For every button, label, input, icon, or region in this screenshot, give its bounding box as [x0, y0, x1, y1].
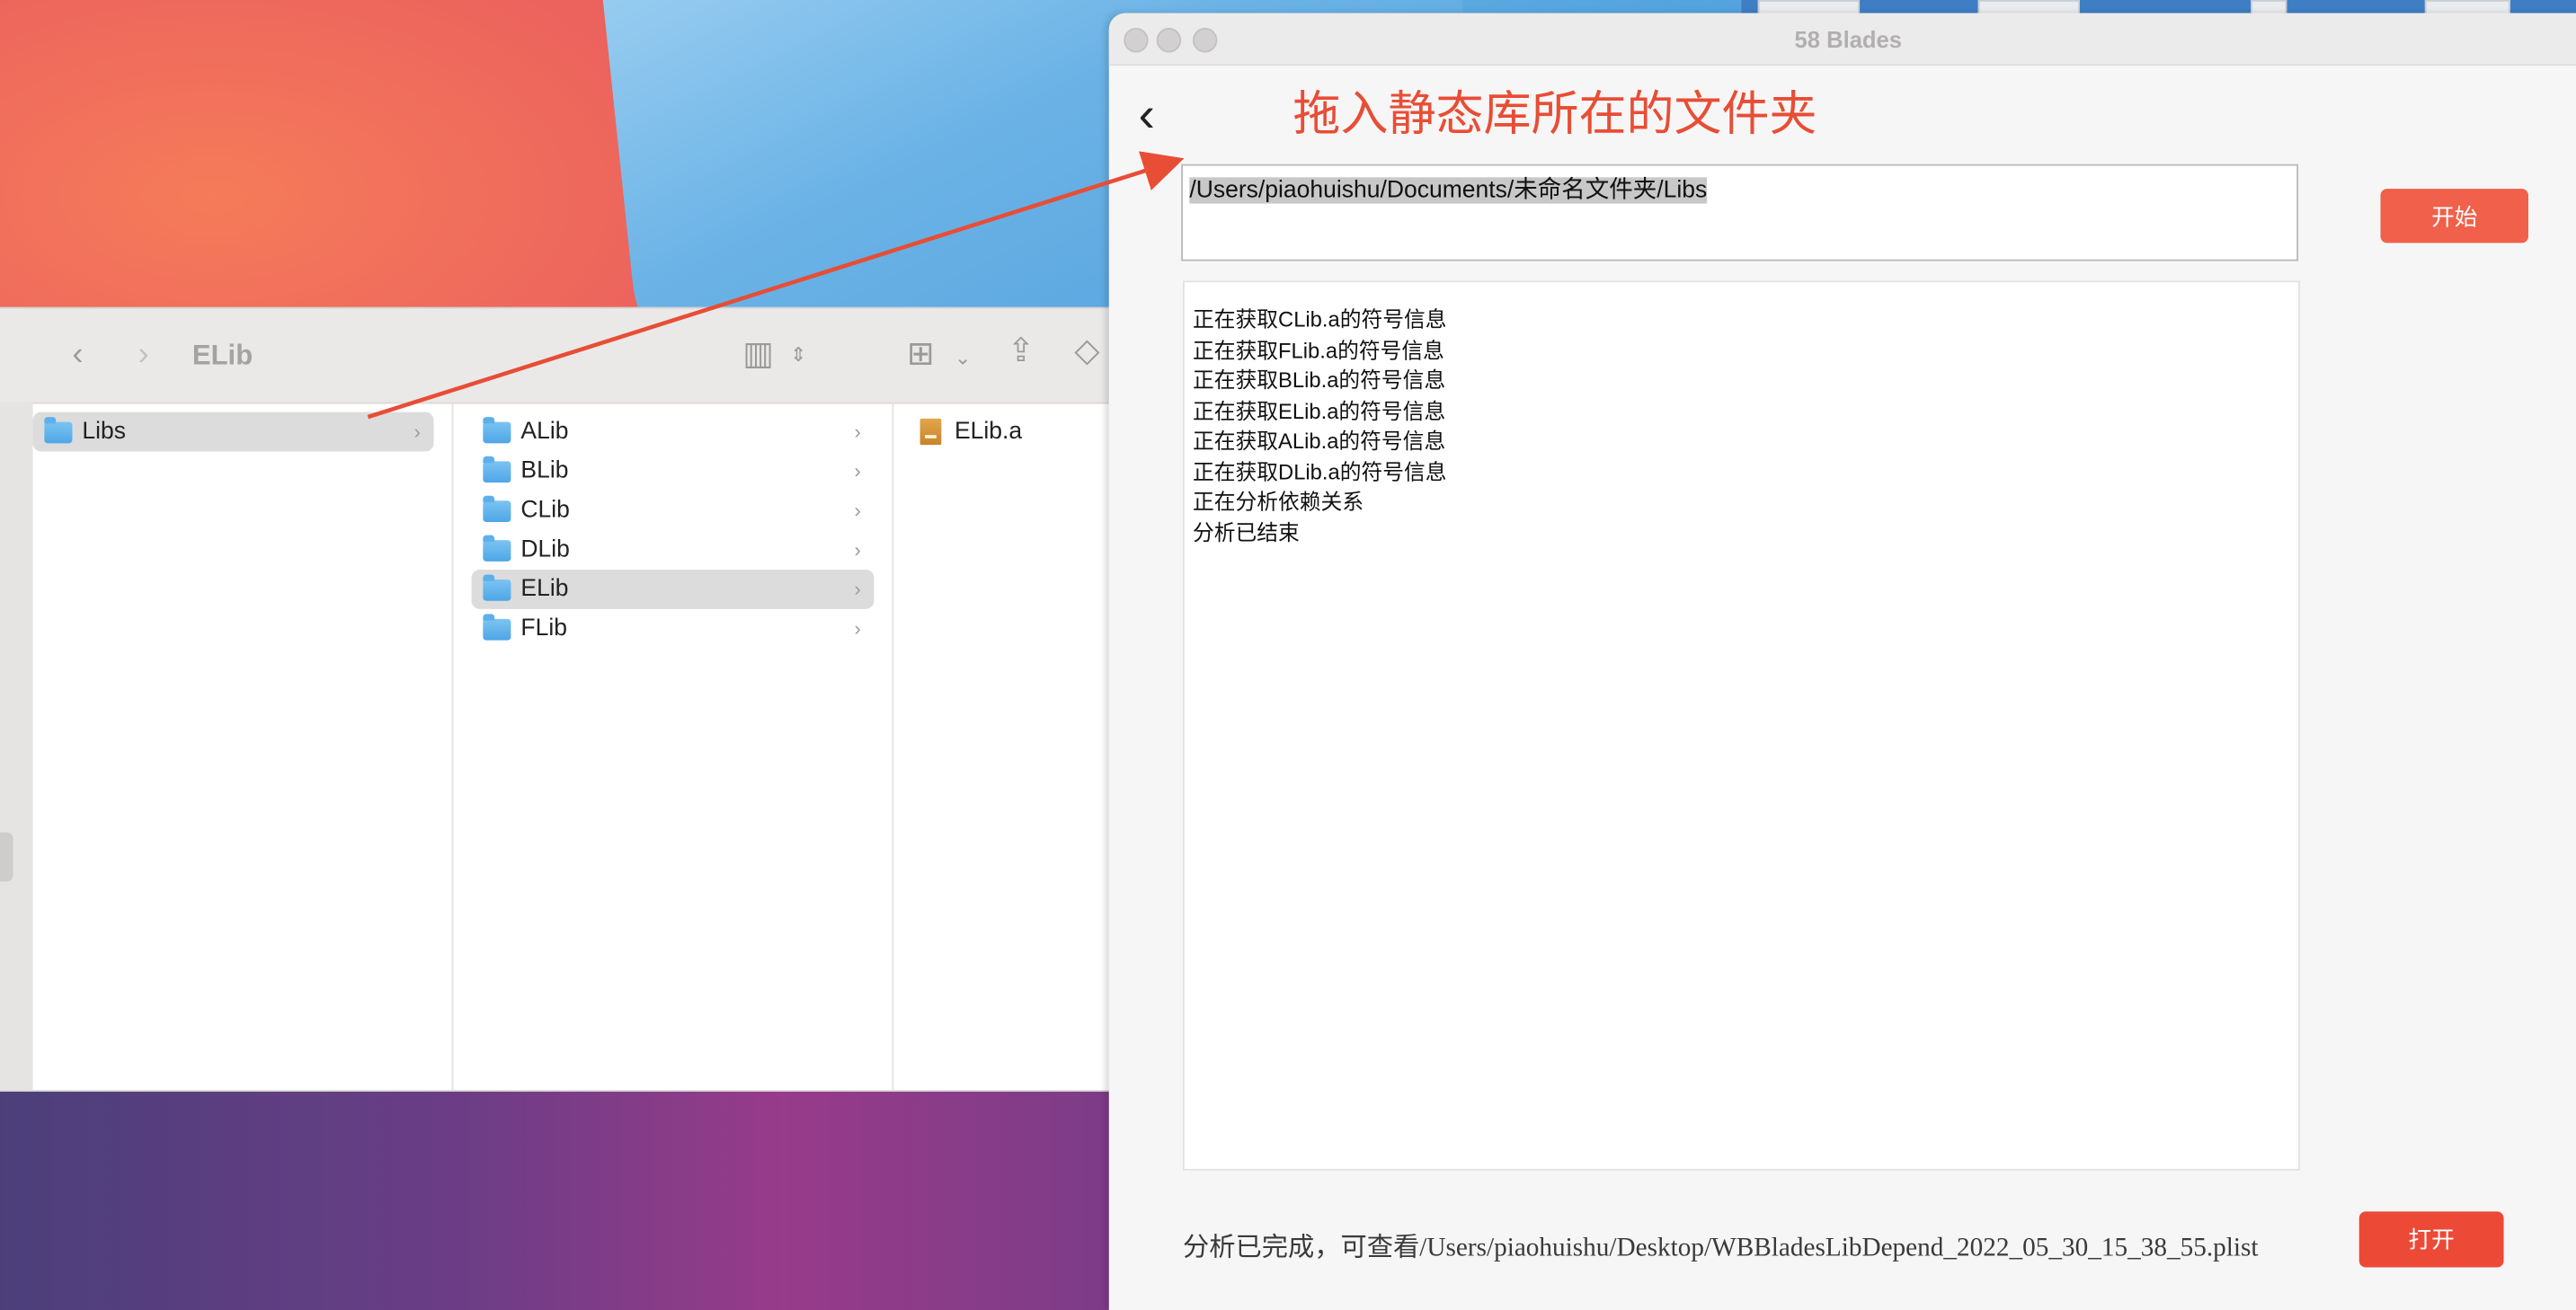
- instruction-annotation: 拖入静态库所在的文件夹: [1292, 85, 1817, 142]
- folder-row[interactable]: FLib ›: [472, 609, 875, 649]
- folder-path-input[interactable]: /Users/piaohuishu/Documents/未命名文件夹/Libs: [1181, 164, 2299, 261]
- folder-row[interactable]: ALib ›: [472, 412, 875, 452]
- chevron-left-icon: ‹: [1138, 88, 1155, 143]
- folder-name: ALib: [520, 418, 569, 446]
- screen: ‹ › ELib ▥ ⇕ ⊞ ⌄ ⇪ ◇ Libs › ALib › BLib …: [0, 0, 2576, 1310]
- folder-name: BLib: [520, 457, 569, 484]
- folder-name: Libs: [82, 418, 127, 446]
- chevron-right-icon: ›: [854, 499, 861, 523]
- title-bar: 58 Blades: [1108, 13, 2576, 66]
- status-message: 分析已完成，可查看/Users/piaohuishu/Desktop/WBBla…: [1183, 1234, 2259, 1263]
- wallpaper-bottom: [0, 1090, 1117, 1310]
- column-divider[interactable]: [892, 402, 894, 1091]
- chevron-right-icon: ›: [854, 459, 861, 483]
- open-button[interactable]: 打开: [2358, 1211, 2504, 1268]
- log-line: 正在分析依赖关系: [1192, 489, 1364, 514]
- file-name: ELib.a: [954, 418, 1023, 446]
- folder-row-selected[interactable]: ELib ›: [471, 570, 875, 609]
- finder-title: ELib: [191, 340, 253, 371]
- log-line: 正在获取FLib.a的符号信息: [1192, 337, 1444, 362]
- finder-sidebar: [0, 402, 33, 1091]
- back-button[interactable]: ‹: [1138, 88, 1155, 143]
- folder-name: ELib: [520, 576, 569, 603]
- folder-row[interactable]: DLib ›: [472, 530, 875, 570]
- folder-icon: [44, 416, 73, 443]
- folder-icon: [483, 573, 511, 600]
- share-icon[interactable]: ⇪: [1007, 335, 1035, 368]
- folder-icon: [483, 613, 511, 640]
- sidebar-handle[interactable]: [0, 832, 13, 882]
- back-icon[interactable]: ‹: [72, 338, 83, 371]
- file-row[interactable]: ELib.a: [913, 412, 1110, 452]
- folder-icon: [483, 416, 511, 443]
- folder-name: CLib: [520, 497, 570, 524]
- log-line: 正在获取DLib.a的符号信息: [1192, 458, 1447, 484]
- folder-row-libs[interactable]: Libs ›: [32, 412, 434, 452]
- path-value: /Users/piaohuishu/Documents/未命名文件夹/Libs: [1189, 177, 1708, 204]
- log-output[interactable]: 正在获取CLib.a的符号信息 正在获取FLib.a的符号信息 正在获取BLib…: [1183, 280, 2300, 1171]
- folder-icon: [483, 494, 511, 522]
- view-options-chevron-icon[interactable]: ⇕: [790, 338, 806, 371]
- folder-icon: [483, 534, 511, 561]
- chevron-right-icon: ›: [854, 538, 861, 562]
- background-window-strip: [1741, 0, 2576, 17]
- folder-row[interactable]: CLib ›: [472, 491, 875, 530]
- log-line: 正在获取ALib.a的符号信息: [1192, 428, 1446, 454]
- log-line: 正在获取ELib.a的符号信息: [1192, 398, 1446, 423]
- folder-name: DLib: [520, 536, 570, 563]
- chevron-right-icon: ›: [854, 616, 861, 641]
- static-library-file-icon: [919, 418, 942, 446]
- column-view-icon[interactable]: ▥: [742, 338, 774, 371]
- start-button[interactable]: 开始: [2380, 189, 2528, 243]
- forward-icon[interactable]: ›: [138, 338, 149, 371]
- finder-window: ‹ › ELib ▥ ⇕ ⊞ ⌄ ⇪ ◇ Libs › ALib › BLib …: [0, 308, 1117, 1091]
- chevron-right-icon: ›: [854, 578, 861, 601]
- blades-window: 58 Blades ‹ 拖入静态库所在的文件夹 /Users/piaohuish…: [1108, 13, 2576, 1310]
- log-line: 正在获取CLib.a的符号信息: [1192, 306, 1447, 332]
- finder-toolbar: ‹ › ELib ▥ ⇕ ⊞ ⌄ ⇪ ◇: [0, 308, 1117, 404]
- column-divider[interactable]: [451, 402, 454, 1091]
- log-line: 正在获取BLib.a的符号信息: [1192, 367, 1446, 393]
- chevron-right-icon: ›: [413, 420, 421, 444]
- folder-icon: [483, 456, 511, 482]
- chevron-down-icon[interactable]: ⌄: [955, 341, 971, 375]
- folder-row[interactable]: BLib ›: [472, 451, 875, 491]
- group-icon[interactable]: ⊞: [907, 338, 935, 371]
- window-title: 58 Blades: [1794, 26, 1903, 53]
- folder-name: FLib: [520, 615, 567, 642]
- tag-icon[interactable]: ◇: [1074, 335, 1099, 368]
- chevron-right-icon: ›: [854, 420, 861, 444]
- log-line: 分析已结束: [1192, 519, 1300, 544]
